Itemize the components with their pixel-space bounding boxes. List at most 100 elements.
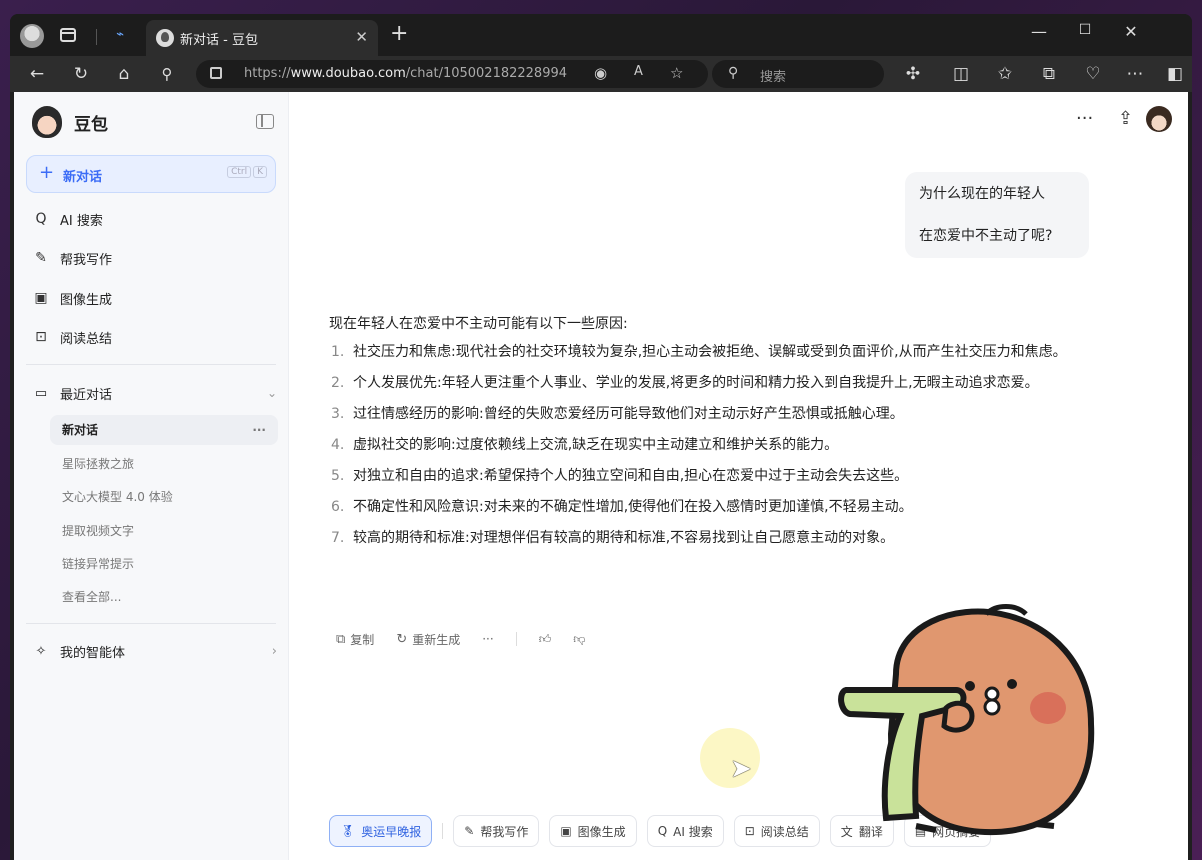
divider xyxy=(26,364,276,365)
more-actions-icon[interactable]: ··· xyxy=(482,632,493,646)
image-icon: ▣ xyxy=(34,290,48,306)
reading-icon: ⊡ xyxy=(35,329,47,345)
chip-reading[interactable]: ⊡ 阅读总结 xyxy=(733,815,820,847)
recent-chat-item[interactable]: 提取视频文字 xyxy=(50,516,278,546)
profile-avatar-icon[interactable] xyxy=(20,24,44,48)
refresh-icon[interactable]: ↻ xyxy=(70,63,92,85)
chip-writing[interactable]: ✎ 帮我写作 xyxy=(453,815,540,847)
mouse-cursor-icon: ➤ xyxy=(730,754,752,784)
sidebar-item-label: 阅读总结 xyxy=(60,331,113,347)
divider xyxy=(515,632,517,646)
regenerate-button[interactable]: ↻ 重新生成 xyxy=(396,631,460,648)
answer-item: 1. 社交压力和焦虑:现代社会的社交环境较为复杂,担心主动会被拒绝、误解或受到负面… xyxy=(331,344,1067,360)
cartoon-sticker: 7 xyxy=(838,604,1095,836)
lock-icon xyxy=(210,67,222,79)
chip-olympics-news[interactable]: 🏅︎ 奥运早晚报 xyxy=(329,815,433,847)
recent-chat-item[interactable]: 文心大模型 4.0 体验 xyxy=(50,482,278,512)
home-icon[interactable]: ⌂ xyxy=(113,63,135,85)
assistant-answer: 现在年轻人在恋爱中不主动可能有以下一些原因: 1. 社交压力和焦虑:现代社会的社交… xyxy=(329,312,1089,557)
brand-name: 豆包 xyxy=(74,114,108,135)
sidebar-item-label: 帮我写作 xyxy=(60,252,113,268)
edge-icon[interactable]: ◉ xyxy=(594,64,607,82)
minimize-icon[interactable]: — xyxy=(1016,22,1062,41)
url-text[interactable]: https://www.doubao.com/chat/105002182228… xyxy=(244,66,567,81)
more-options-icon[interactable]: ··· xyxy=(1076,108,1093,129)
browser-essentials-icon[interactable]: ♡ xyxy=(1082,63,1104,85)
share-icon[interactable]: ⇪ xyxy=(1118,108,1133,129)
medal-icon: 🏅︎ xyxy=(340,824,356,838)
chip-ai-search[interactable]: Q AI 搜索 xyxy=(646,815,724,847)
my-agents-label: 我的智能体 xyxy=(60,645,126,661)
brand[interactable]: 豆包 xyxy=(32,106,108,138)
new-tab-button[interactable]: + xyxy=(390,22,408,46)
divider xyxy=(442,823,444,839)
favorites-icon[interactable]: ✩ xyxy=(994,63,1016,85)
answer-item: 2. 个人发展优先:年轻人更注重个人事业、学业的发展,将更多的时间和精力投入到自我… xyxy=(331,375,1039,391)
read-aloud-icon[interactable]: A xyxy=(634,64,643,79)
search-box[interactable]: ⚲ 搜索 xyxy=(712,60,884,88)
recent-chat-item[interactable]: 新对话 ··· xyxy=(50,415,278,445)
new-chat-label: 新对话 xyxy=(63,170,103,185)
user-message-line: 在恋爱中不主动了呢? xyxy=(919,228,1053,244)
view-all-link[interactable]: 查看全部... xyxy=(50,582,278,612)
recent-chat-item[interactable]: 星际拯救之旅 xyxy=(50,449,278,479)
answer-item: 7. 较高的期待和标准:对理想伴侣有较高的期待和标准,不容易找到让自己愿意主动的对… xyxy=(331,530,895,546)
thumbs-up-icon[interactable]: 👍︎ xyxy=(539,632,552,647)
more-options-icon[interactable]: ··· xyxy=(252,415,266,445)
favorite-star-icon[interactable]: ☆ xyxy=(670,64,683,82)
split-screen-icon[interactable]: ◫ xyxy=(950,63,972,85)
message-actions: ⧉ 复制 ↻ 重新生成 ··· 👍︎ 👎︎ xyxy=(336,629,607,649)
answer-item: 4. 虚拟社交的影响:过度依赖线上交流,缺乏在现实中主动建立和维护关系的能力。 xyxy=(331,437,839,453)
close-window-icon[interactable]: ✕ xyxy=(1108,22,1154,41)
active-tab[interactable]: 新对话 - 豆包 ✕ xyxy=(146,20,378,56)
recent-chats-label: 最近对话 xyxy=(60,387,113,403)
extensions-icon[interactable]: ✣ xyxy=(902,63,924,85)
image-icon: ▣ xyxy=(560,824,572,838)
chevron-right-icon: › xyxy=(271,643,277,659)
divider xyxy=(26,623,276,624)
pinned-tab-icon[interactable]: ⌁ xyxy=(110,25,130,45)
answer-list: 1. 社交压力和焦虑:现代社会的社交环境较为复杂,担心主动会被拒绝、误解或受到负面… xyxy=(329,340,1089,550)
answer-item: 5. 对独立和自由的追求:希望保持个人的独立空间和自由,担心在恋爱中过于主动会失去… xyxy=(331,468,909,484)
more-menu-icon[interactable]: ⋯ xyxy=(1124,63,1146,85)
collapse-sidebar-icon[interactable] xyxy=(256,114,274,129)
my-agents-item[interactable]: ✧ 我的智能体 › xyxy=(32,640,277,662)
recent-chats-header[interactable]: ▭ 最近对话 ⌄ xyxy=(32,382,277,404)
sidebar-item-ai-search[interactable]: Q AI 搜索 xyxy=(32,208,103,230)
browser-toolbar: ← ↻ ⌂ ⚲ https://www.doubao.com/chat/1050… xyxy=(10,56,1192,92)
chat-bubble-icon: ▭ xyxy=(34,385,48,401)
recent-chat-item[interactable]: 链接异常提示 xyxy=(50,549,278,579)
close-tab-icon[interactable]: ✕ xyxy=(355,28,368,46)
maximize-icon[interactable]: ☐ xyxy=(1062,22,1108,38)
sidebar-item-writing[interactable]: ✎ 帮我写作 xyxy=(32,247,112,269)
sidebar-toggle-icon[interactable]: ◧ xyxy=(1164,63,1186,85)
collections-icon[interactable]: ⧉ xyxy=(1038,63,1060,85)
tab-title: 新对话 - 豆包 xyxy=(180,33,258,48)
sidebar: 豆包 + 新对话 CtrlK Q AI 搜索 ✎ 帮我写作 ▣ 图像生成 ⊡ xyxy=(14,92,289,860)
chip-image-gen[interactable]: ▣ 图像生成 xyxy=(549,815,637,847)
search-icon[interactable]: ⚲ xyxy=(156,63,178,85)
tab-strip: ⌁ 新对话 - 豆包 ✕ + — ☐ ✕ xyxy=(10,14,1192,56)
reading-icon: ⊡ xyxy=(744,824,755,838)
sidebar-item-label: AI 搜索 xyxy=(60,213,103,229)
address-bar[interactable]: https://www.doubao.com/chat/105002182228… xyxy=(196,60,708,88)
answer-item: 6. 不确定性和风险意识:对未来的不确定性增加,使得他们在投入感情时更加谨慎,不轻… xyxy=(331,499,913,515)
doubao-favicon-icon xyxy=(156,29,174,47)
answer-intro: 现在年轻人在恋爱中不主动可能有以下一些原因: xyxy=(329,316,628,332)
ai-search-icon: Q xyxy=(35,211,47,227)
copy-icon: ⧉ xyxy=(336,631,346,647)
sidebar-item-image-gen[interactable]: ▣ 图像生成 xyxy=(32,287,112,309)
sidebar-item-label: 图像生成 xyxy=(60,292,113,308)
sidebar-item-reading[interactable]: ⊡ 阅读总结 xyxy=(32,326,112,348)
search-icon: ⚲ xyxy=(728,65,739,81)
answer-item: 3. 过往情感经历的影响:曾经的失败恋爱经历可能导致他们对主动示好产生恐惧或抵触心… xyxy=(331,406,904,422)
user-avatar[interactable] xyxy=(1146,106,1172,132)
tab-actions-icon[interactable] xyxy=(60,28,76,42)
back-icon[interactable]: ← xyxy=(26,63,48,85)
thumbs-down-icon[interactable]: 👎︎ xyxy=(573,632,585,647)
copy-button[interactable]: ⧉ 复制 xyxy=(336,631,374,648)
chevron-down-icon: ⌄ xyxy=(266,386,277,400)
sparkle-icon: ✧ xyxy=(35,643,47,659)
pen-icon: ✎ xyxy=(464,824,475,838)
new-chat-button[interactable]: + 新对话 Ctrl K xyxy=(26,155,276,193)
